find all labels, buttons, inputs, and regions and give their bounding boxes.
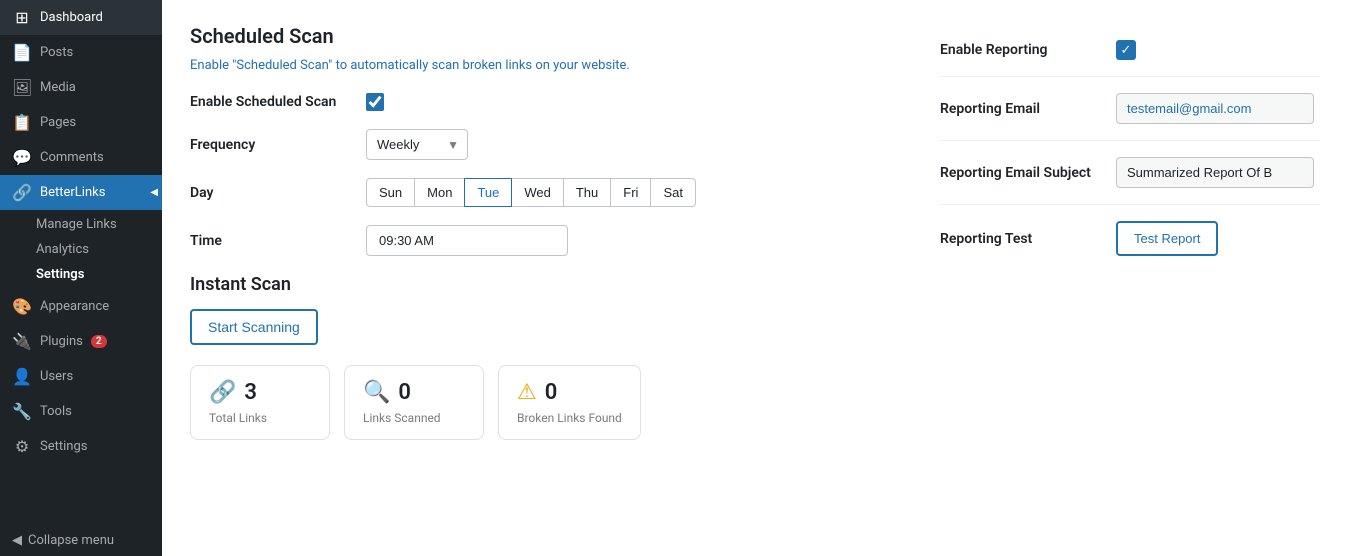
left-panel: Scheduled Scan Enable "Scheduled Scan" t… xyxy=(190,24,900,532)
right-panel: Enable Reporting ✓ Reporting Email Repor… xyxy=(940,24,1320,532)
sidebar-item-settings[interactable]: ⚙ Settings xyxy=(0,429,162,464)
total-links-label: Total Links xyxy=(209,411,311,425)
day-fri[interactable]: Fri xyxy=(610,178,651,207)
enable-reporting-label: Enable Reporting xyxy=(940,42,1100,58)
day-tue[interactable]: Tue xyxy=(464,178,512,207)
reporting-test-row: Reporting Test Test Report xyxy=(940,205,1320,272)
stat-broken-links: ⚠ 0 Broken Links Found xyxy=(498,365,641,440)
pages-icon: 📋 xyxy=(12,113,32,132)
stat-links-scanned: 🔍 0 Links Scanned xyxy=(344,365,484,440)
sidebar-item-manage-links[interactable]: Manage Links xyxy=(0,212,162,237)
appearance-icon: 🎨 xyxy=(12,297,32,316)
day-mon[interactable]: Mon xyxy=(414,178,465,207)
frequency-row: Frequency Daily Weekly Monthly ▼ xyxy=(190,129,900,160)
sidebar: ⊞ Dashboard 📄 Posts 🖼 Media 📋 Pages 💬 Co… xyxy=(0,0,162,556)
sidebar-item-pages[interactable]: 📋 Pages xyxy=(0,105,162,140)
broken-links-label: Broken Links Found xyxy=(517,411,622,425)
stat-total-links: 🔗 3 Total Links xyxy=(190,365,330,440)
sidebar-item-betterlinks[interactable]: 🔗 BetterLinks xyxy=(0,175,162,210)
comments-icon: 💬 xyxy=(12,148,32,167)
main-content: Scheduled Scan Enable "Scheduled Scan" t… xyxy=(162,0,1348,556)
day-row: Day Sun Mon Tue Wed Thu Fri Sat xyxy=(190,178,900,207)
info-text: Enable "Scheduled Scan" to automatically… xyxy=(190,58,900,73)
instant-scan-title: Instant Scan xyxy=(190,274,900,295)
stats-row: 🔗 3 Total Links 🔍 0 Links Scanned ⚠ 0 Br… xyxy=(190,365,900,440)
sidebar-item-comments[interactable]: 💬 Comments xyxy=(0,140,162,175)
enable-reporting-checkbox[interactable]: ✓ xyxy=(1116,40,1136,60)
reporting-email-row: Reporting Email xyxy=(940,77,1320,141)
sidebar-item-users[interactable]: 👤 Users xyxy=(0,359,162,394)
broken-links-icon: ⚠ xyxy=(517,380,537,405)
total-links-icon: 🔗 xyxy=(209,380,236,405)
reporting-subject-label: Reporting Email Subject xyxy=(940,165,1100,181)
enable-scheduled-scan-checkbox[interactable] xyxy=(366,93,384,111)
links-scanned-label: Links Scanned xyxy=(363,411,465,425)
sidebar-item-appearance[interactable]: 🎨 Appearance xyxy=(0,289,162,324)
day-label: Day xyxy=(190,185,350,201)
reporting-subject-row: Reporting Email Subject xyxy=(940,141,1320,205)
sidebar-item-plugins[interactable]: 🔌 Plugins 2 xyxy=(0,324,162,359)
frequency-select[interactable]: Daily Weekly Monthly xyxy=(367,130,467,159)
media-icon: 🖼 xyxy=(12,78,32,97)
broken-links-count: 0 xyxy=(545,380,558,405)
collapse-icon: ◀ xyxy=(12,533,22,548)
stat-top-broken: ⚠ 0 xyxy=(517,380,622,405)
betterlinks-icon: 🔗 xyxy=(12,183,32,202)
reporting-email-input[interactable] xyxy=(1116,93,1314,124)
day-sat[interactable]: Sat xyxy=(650,178,696,207)
day-buttons: Sun Mon Tue Wed Thu Fri Sat xyxy=(366,178,696,207)
day-sun[interactable]: Sun xyxy=(366,178,415,207)
reporting-test-label: Reporting Test xyxy=(940,231,1100,247)
stat-top-scanned: 🔍 0 xyxy=(363,380,465,405)
sidebar-item-dashboard[interactable]: ⊞ Dashboard xyxy=(0,0,162,35)
day-thu[interactable]: Thu xyxy=(563,178,611,207)
posts-icon: 📄 xyxy=(12,43,32,62)
time-input[interactable] xyxy=(366,225,568,256)
total-links-count: 3 xyxy=(244,380,257,405)
plugins-icon: 🔌 xyxy=(12,332,32,351)
settings-icon: ⚙ xyxy=(12,437,32,456)
sidebar-item-analytics[interactable]: Analytics xyxy=(0,237,162,262)
enable-label: Enable Scheduled Scan xyxy=(190,94,350,110)
dashboard-icon: ⊞ xyxy=(12,8,32,27)
links-scanned-count: 0 xyxy=(398,380,411,405)
sidebar-item-posts[interactable]: 📄 Posts xyxy=(0,35,162,70)
day-wed[interactable]: Wed xyxy=(511,178,564,207)
enable-scheduled-scan-row: Enable Scheduled Scan xyxy=(190,93,900,111)
page-title: Scheduled Scan xyxy=(190,24,900,48)
links-scanned-icon: 🔍 xyxy=(363,380,390,405)
enable-reporting-row: Enable Reporting ✓ xyxy=(940,24,1320,77)
sidebar-item-settings-sub[interactable]: Settings xyxy=(0,262,162,287)
betterlinks-submenu: Manage Links Analytics Settings xyxy=(0,210,162,289)
reporting-subject-input[interactable] xyxy=(1116,157,1314,188)
test-report-button[interactable]: Test Report xyxy=(1116,221,1218,256)
sidebar-item-tools[interactable]: 🔧 Tools xyxy=(0,394,162,429)
collapse-menu[interactable]: ◀ Collapse menu xyxy=(0,525,162,556)
sidebar-item-media[interactable]: 🖼 Media xyxy=(0,70,162,105)
reporting-email-label: Reporting Email xyxy=(940,101,1100,117)
frequency-select-wrapper[interactable]: Daily Weekly Monthly ▼ xyxy=(366,129,468,160)
frequency-label: Frequency xyxy=(190,137,350,153)
time-label: Time xyxy=(190,233,350,249)
plugins-badge: 2 xyxy=(91,335,107,348)
start-scanning-button[interactable]: Start Scanning xyxy=(190,309,318,345)
time-row: Time xyxy=(190,225,900,256)
users-icon: 👤 xyxy=(12,367,32,386)
stat-top-total: 🔗 3 xyxy=(209,380,311,405)
tools-icon: 🔧 xyxy=(12,402,32,421)
